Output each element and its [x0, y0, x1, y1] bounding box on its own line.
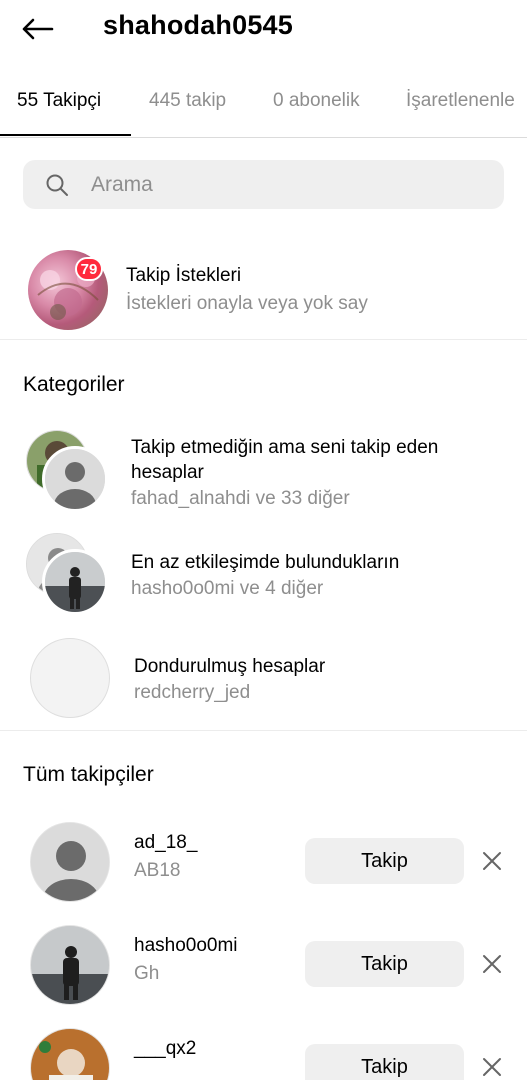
tab-following[interactable]: 445 takip — [149, 90, 226, 112]
requests-count-badge: 79 — [75, 257, 103, 281]
category-title: Takip etmediğin ama seni takip eden hesa… — [131, 437, 439, 483]
category-subtitle: redcherry_jed — [134, 682, 251, 703]
tab-bar: 55 Takipçi 445 takip 0 abonelik İşaretle… — [0, 82, 527, 138]
follow-button[interactable]: Takip — [305, 838, 464, 884]
search-input[interactable] — [91, 160, 471, 209]
default-avatar-icon — [42, 446, 108, 512]
category-title: En az etkileşimde bulundukların — [131, 552, 400, 573]
avatar — [42, 549, 108, 615]
follower-row[interactable]: ___qx2 Takip — [0, 1028, 527, 1080]
search-bar[interactable] — [23, 160, 504, 209]
tab-flagged[interactable]: İşaretlenenle — [406, 90, 515, 112]
back-arrow-icon[interactable] — [20, 12, 60, 46]
avatar — [30, 638, 110, 718]
search-icon — [45, 173, 69, 202]
follower-fullname: AB18 — [134, 860, 181, 881]
follower-fullname: Gh — [134, 963, 160, 984]
top-bar: shahodah0545 — [0, 0, 527, 60]
categories-heading: Kategoriler — [23, 373, 125, 396]
category-subtitle: fahad_alnahdi ve 33 diğer — [131, 488, 350, 509]
category-least-interacted[interactable]: En az etkileşimde bulundukların hasho0o0… — [0, 533, 527, 617]
category-avatars — [26, 533, 110, 617]
close-icon[interactable] — [480, 952, 504, 976]
follower-username: hasho0o0mi — [134, 935, 238, 956]
tab-subscriptions[interactable]: 0 abonelik — [273, 90, 360, 112]
tab-followers[interactable]: 55 Takipçi — [17, 90, 101, 112]
close-icon[interactable] — [480, 1055, 504, 1079]
follow-requests-row[interactable]: 79 Takip İstekleri İstekleri onayla veya… — [0, 240, 527, 340]
follow-button[interactable]: Takip — [305, 941, 464, 987]
category-subtitle: hasho0o0mi ve 4 diğer — [131, 578, 324, 599]
follower-username: ad_18_ — [134, 832, 198, 853]
all-followers-heading: Tüm takipçiler — [23, 763, 154, 786]
page-title: shahodah0545 — [103, 10, 293, 40]
active-tab-indicator — [0, 134, 131, 136]
follow-button[interactable]: Takip — [305, 1044, 464, 1080]
close-icon[interactable] — [480, 849, 504, 873]
category-not-following-back[interactable]: Takip etmediğin ama seni takip eden hesa… — [0, 430, 527, 520]
category-frozen-accounts[interactable]: Dondurulmuş hesaplar redcherry_jed — [0, 638, 527, 720]
requests-title: Takip İstekleri — [126, 265, 242, 286]
default-avatar-icon — [30, 822, 110, 902]
follower-row[interactable]: ad_18_ AB18 Takip — [0, 822, 527, 906]
follower-row[interactable]: hasho0o0mi Gh Takip — [0, 925, 527, 1009]
avatar — [30, 1028, 110, 1080]
follower-username: ___qx2 — [134, 1038, 197, 1059]
category-title: Dondurulmuş hesaplar — [134, 656, 326, 677]
category-avatars — [26, 430, 110, 514]
requests-subtitle: İstekleri onayla veya yok say — [126, 293, 368, 314]
divider — [0, 730, 527, 731]
avatar — [30, 925, 110, 1005]
